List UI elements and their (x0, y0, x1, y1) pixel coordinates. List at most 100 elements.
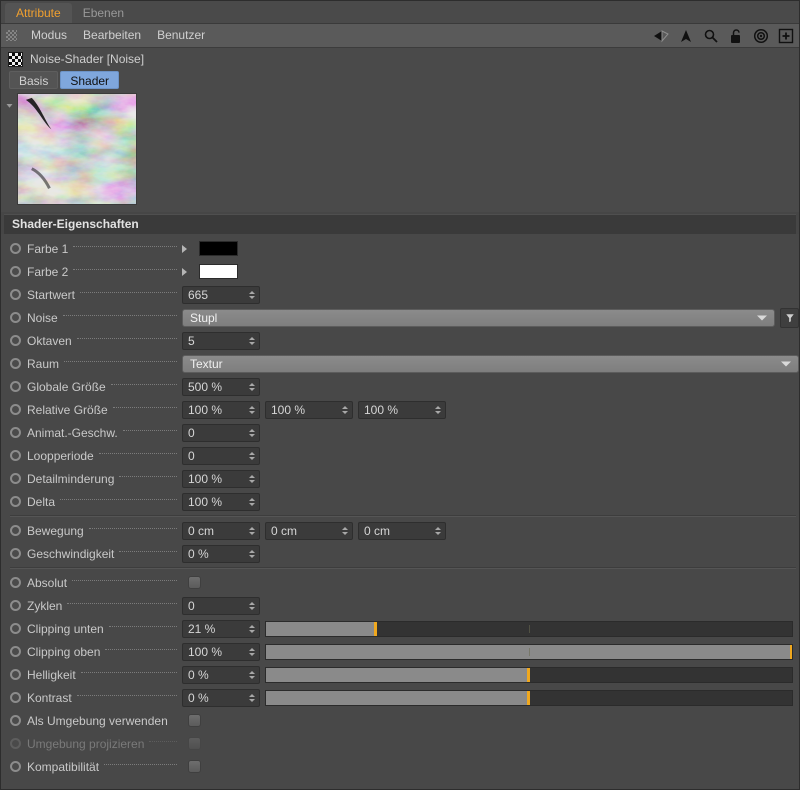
dropdown-raum[interactable]: Textur (182, 354, 799, 373)
checkbox-absolut[interactable] (188, 576, 201, 589)
animation-track-dot-detailminderung[interactable] (10, 473, 21, 484)
label-column: Bewegung (10, 524, 182, 538)
animation-track-dot-als-umgebung-verwenden[interactable] (10, 715, 21, 726)
slider-helligkeit[interactable] (265, 666, 793, 683)
number-input-relative-groesse-3[interactable]: 100 % (358, 400, 446, 419)
animation-track-dot-kompatibilitaet[interactable] (10, 761, 21, 772)
animation-track-dot-absolut[interactable] (10, 577, 21, 588)
subtab-basis[interactable]: Basis (9, 71, 59, 89)
number-input-detailminderung[interactable]: 100 % (182, 469, 260, 488)
slider-knob[interactable] (527, 690, 530, 705)
slider-knob[interactable] (527, 667, 530, 682)
menu-bearbeiten[interactable]: Bearbeiten (75, 24, 149, 47)
number-input-oktaven[interactable]: 5 (182, 331, 260, 350)
number-input-clipping-oben[interactable]: 100 % (182, 642, 260, 661)
number-input-startwert[interactable]: 665 (182, 285, 260, 304)
spinner-arrows-icon[interactable] (248, 473, 255, 485)
animation-track-dot-noise[interactable] (10, 312, 21, 323)
number-input-helligkeit[interactable]: 0 % (182, 665, 260, 684)
number-input-loopperiode[interactable]: 0 (182, 446, 260, 465)
plus-icon[interactable] (778, 28, 794, 44)
animation-track-dot-zyklen[interactable] (10, 600, 21, 611)
shader-preview-thumbnail[interactable] (17, 93, 137, 205)
expand-triangle-icon[interactable] (182, 244, 187, 253)
property-row-absolut: Absolut (1, 571, 799, 594)
leader-dots (60, 499, 177, 500)
spinner-arrows-icon[interactable] (248, 427, 255, 439)
animation-track-dot-bewegung[interactable] (10, 525, 21, 536)
back-arrow-icon[interactable] (653, 28, 669, 44)
spinner-arrows-icon[interactable] (434, 404, 441, 416)
menu-modus[interactable]: Modus (23, 24, 75, 47)
spinner-arrows-icon[interactable] (248, 692, 255, 704)
spinner-arrows-icon[interactable] (248, 548, 255, 560)
spinner-arrows-icon[interactable] (248, 525, 255, 537)
spinner-arrows-icon[interactable] (248, 646, 255, 658)
lock-open-icon[interactable] (728, 28, 744, 44)
number-input-animat-geschw[interactable]: 0 (182, 423, 260, 442)
tab-attribute[interactable]: Attribute (5, 3, 72, 23)
tab-ebenen[interactable]: Ebenen (71, 3, 136, 23)
slider-kontrast[interactable] (265, 689, 793, 706)
number-input-zyklen[interactable]: 0 (182, 596, 260, 615)
checkbox-als-umgebung-verwenden[interactable] (188, 714, 201, 727)
animation-track-dot-startwert[interactable] (10, 289, 21, 300)
animation-track-dot-clipping-unten[interactable] (10, 623, 21, 634)
animation-track-dot-delta[interactable] (10, 496, 21, 507)
animation-track-dot-umgebung-projizieren[interactable] (10, 738, 21, 749)
subtab-shader[interactable]: Shader (60, 71, 120, 89)
spinner-arrows-icon[interactable] (341, 525, 348, 537)
spinner-arrows-icon[interactable] (248, 669, 255, 681)
number-input-globale-groesse[interactable]: 500 % (182, 377, 260, 396)
expand-triangle-icon[interactable] (182, 267, 187, 276)
spinner-arrows-icon[interactable] (341, 404, 348, 416)
animation-track-dot-animat-geschw[interactable] (10, 427, 21, 438)
number-input-bewegung-3[interactable]: 0 cm (358, 521, 446, 540)
number-input-geschwindigkeit[interactable]: 0 % (182, 544, 260, 563)
animation-track-dot-farbe-1[interactable] (10, 243, 21, 254)
animation-track-dot-oktaven[interactable] (10, 335, 21, 346)
target-icon[interactable] (753, 28, 769, 44)
animation-track-dot-farbe-2[interactable] (10, 266, 21, 277)
color-swatch-farbe-1[interactable] (199, 241, 238, 256)
color-swatch-farbe-2[interactable] (199, 264, 238, 279)
spinner-arrows-icon[interactable] (248, 381, 255, 393)
search-icon[interactable] (703, 28, 719, 44)
leader-dots (76, 338, 177, 339)
animation-track-dot-kontrast[interactable] (10, 692, 21, 703)
spinner-arrows-icon[interactable] (248, 289, 255, 301)
spinner-arrows-icon[interactable] (248, 623, 255, 635)
checkbox-umgebung-projizieren[interactable] (188, 737, 201, 750)
triangle-down-icon[interactable] (1, 97, 17, 113)
number-input-delta[interactable]: 100 % (182, 492, 260, 511)
number-input-clipping-unten[interactable]: 21 % (182, 619, 260, 638)
number-input-kontrast[interactable]: 0 % (182, 688, 260, 707)
number-input-bewegung-1[interactable]: 0 cm (182, 521, 260, 540)
menu-benutzer[interactable]: Benutzer (149, 24, 213, 47)
animation-track-dot-clipping-oben[interactable] (10, 646, 21, 657)
slider-knob[interactable] (790, 644, 792, 659)
slider-clipping-unten[interactable] (265, 620, 793, 637)
spinner-arrows-icon[interactable] (248, 335, 255, 347)
number-input-relative-groesse-2[interactable]: 100 % (265, 400, 353, 419)
slider-knob[interactable] (374, 621, 378, 636)
animation-track-dot-loopperiode[interactable] (10, 450, 21, 461)
animation-track-dot-helligkeit[interactable] (10, 669, 21, 680)
dropdown-noise[interactable]: Stupl (182, 308, 775, 327)
animation-track-dot-geschwindigkeit[interactable] (10, 548, 21, 559)
animation-track-dot-relative-groesse[interactable] (10, 404, 21, 415)
animation-track-dot-globale-groesse[interactable] (10, 381, 21, 392)
up-arrow-icon[interactable] (678, 28, 694, 44)
spinner-arrows-icon[interactable] (248, 450, 255, 462)
animation-track-dot-raum[interactable] (10, 358, 21, 369)
spinner-arrows-icon[interactable] (248, 600, 255, 612)
filter-funnel-button[interactable] (780, 307, 799, 328)
spinner-arrows-icon[interactable] (248, 404, 255, 416)
checkbox-kompatibilitaet[interactable] (188, 760, 201, 773)
number-input-relative-groesse-1[interactable]: 100 % (182, 400, 260, 419)
grip-dots-icon[interactable] (6, 30, 17, 41)
spinner-arrows-icon[interactable] (248, 496, 255, 508)
number-input-bewegung-2[interactable]: 0 cm (265, 521, 353, 540)
spinner-arrows-icon[interactable] (434, 525, 441, 537)
slider-clipping-oben[interactable] (265, 643, 793, 660)
